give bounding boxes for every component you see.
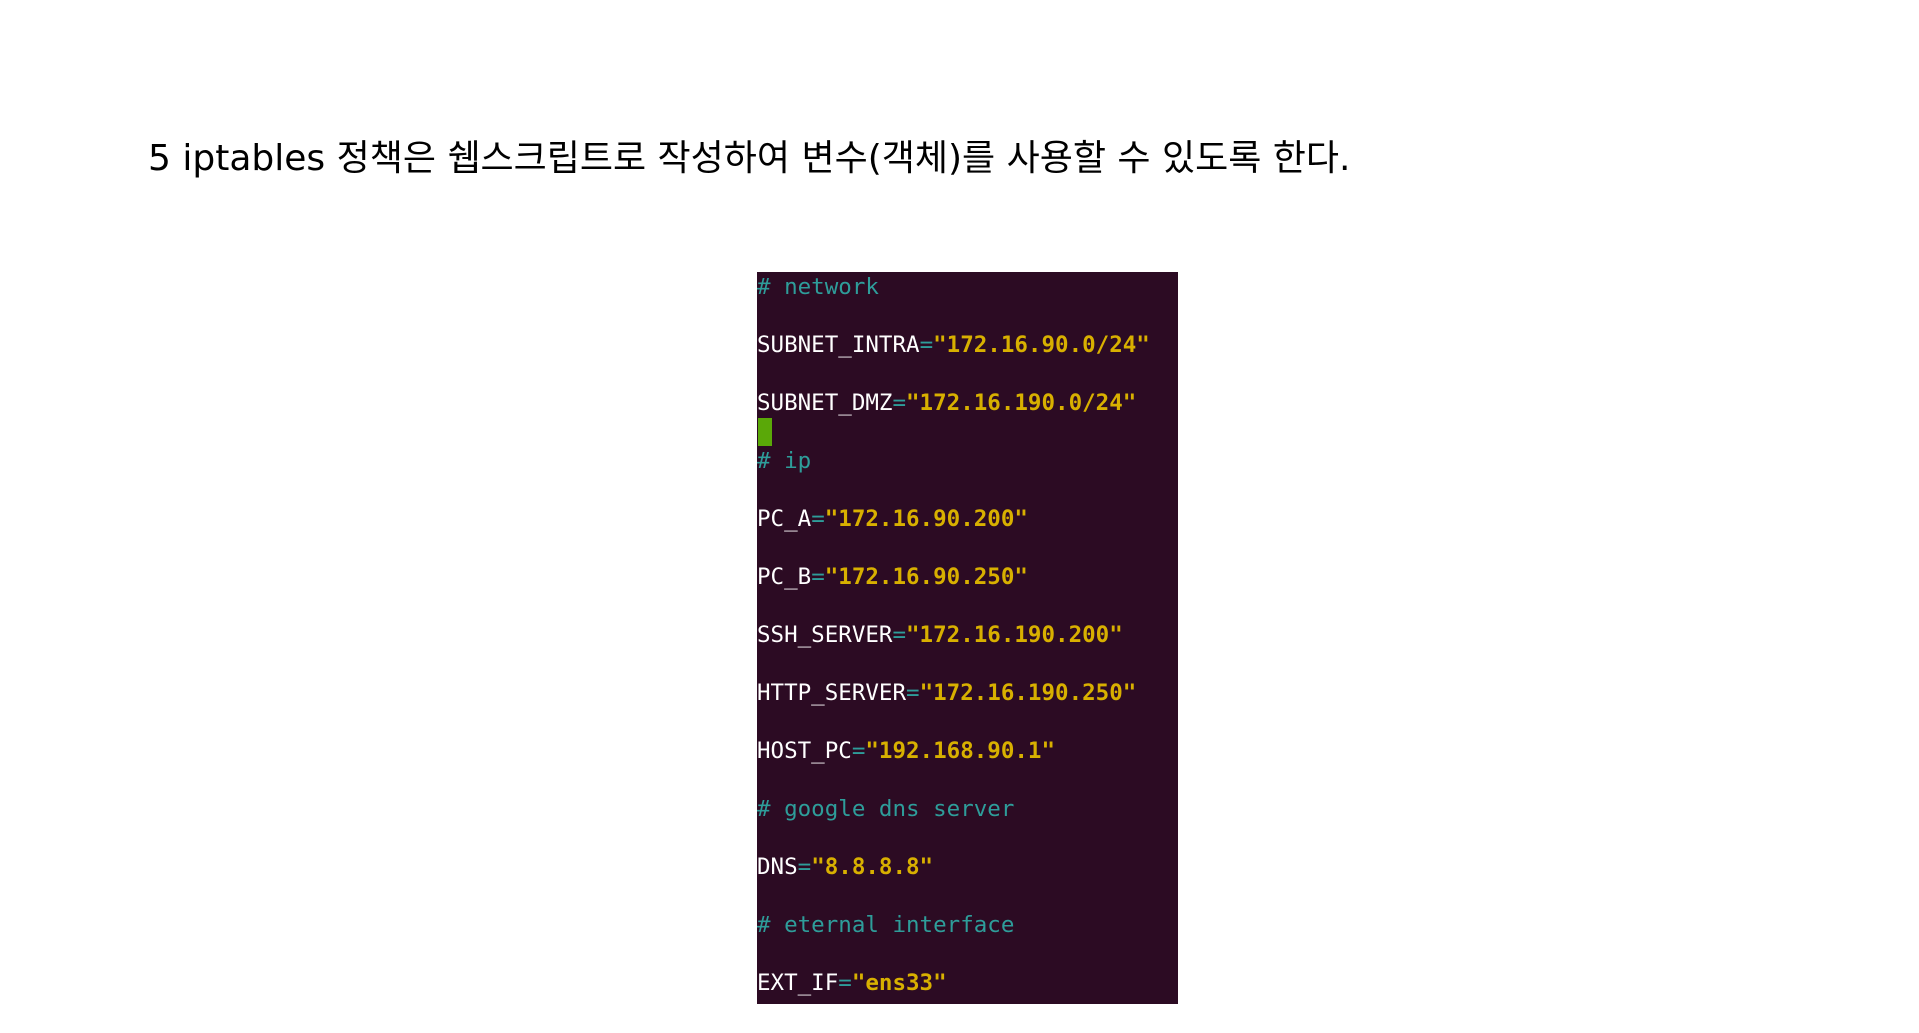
code-line-subnet-dmz: SUBNET_DMZ="172.16.190.0/24" xyxy=(757,388,1136,418)
variable-name: SSH_SERVER xyxy=(757,622,893,648)
code-line-ext-if: EXT_IF="ens33" xyxy=(757,968,947,998)
code-line-pc-b: PC_B="172.16.90.250" xyxy=(757,562,1028,592)
string-value: "8.8.8.8" xyxy=(811,854,934,880)
variable-name: PC_A xyxy=(757,506,812,532)
comment-text: # network xyxy=(757,274,879,300)
string-value: "172.16.90.200" xyxy=(824,506,1028,532)
assign-operator: = xyxy=(919,332,934,358)
variable-name: HOST_PC xyxy=(757,738,852,764)
variable-name: SUBNET_DMZ xyxy=(757,390,893,416)
code-line-subnet-intra: SUBNET_INTRA="172.16.90.0/24" xyxy=(757,330,1150,360)
assign-operator: = xyxy=(811,564,825,590)
variable-name: SUBNET_INTRA xyxy=(757,332,920,358)
code-line-comment-ip: # ip xyxy=(757,446,811,476)
code-line-dns: DNS="8.8.8.8" xyxy=(757,852,933,882)
string-value: "172.16.190.0/24" xyxy=(906,390,1137,416)
code-line-host-pc: HOST_PC="192.168.90.1" xyxy=(757,736,1055,766)
variable-name: EXT_IF xyxy=(757,970,839,996)
variable-name: PC_B xyxy=(757,564,812,590)
comment-text: # ip xyxy=(757,448,812,474)
code-line-comment-network: # network xyxy=(757,272,879,302)
code-line-http-server: HTTP_SERVER="172.16.190.250" xyxy=(757,678,1136,708)
assign-operator: = xyxy=(892,390,907,416)
terminal-screenshot: # network SUBNET_INTRA="172.16.90.0/24" … xyxy=(757,272,1178,1004)
assign-operator: = xyxy=(851,738,866,764)
text-cursor xyxy=(758,418,772,446)
variable-name: HTTP_SERVER xyxy=(757,680,907,706)
string-value: "172.16.190.200" xyxy=(906,622,1123,648)
comment-text: # google dns server xyxy=(757,796,1015,822)
variable-name: DNS xyxy=(757,854,798,880)
document-heading: 5 iptables 정책은 쉡스크립트로 작성하여 변수(객체)를 사용할 수… xyxy=(148,138,1351,179)
string-value: "172.16.90.0/24" xyxy=(933,332,1150,358)
code-line-comment-dns: # google dns server xyxy=(757,794,1014,824)
code-line-comment-interface: # eternal interface xyxy=(757,910,1014,940)
string-value: "172.16.190.250" xyxy=(919,680,1137,706)
comment-text: # eternal interface xyxy=(757,912,1015,938)
code-line-pc-a: PC_A="172.16.90.200" xyxy=(757,504,1028,534)
string-value: "ens33" xyxy=(851,970,947,996)
string-value: "192.168.90.1" xyxy=(865,738,1056,764)
assign-operator: = xyxy=(906,680,920,706)
code-line-ssh-server: SSH_SERVER="172.16.190.200" xyxy=(757,620,1123,650)
assign-operator: = xyxy=(892,622,907,648)
assign-operator: = xyxy=(811,506,825,532)
assign-operator: = xyxy=(838,970,852,996)
string-value: "172.16.90.250" xyxy=(824,564,1028,590)
assign-operator: = xyxy=(797,854,812,880)
